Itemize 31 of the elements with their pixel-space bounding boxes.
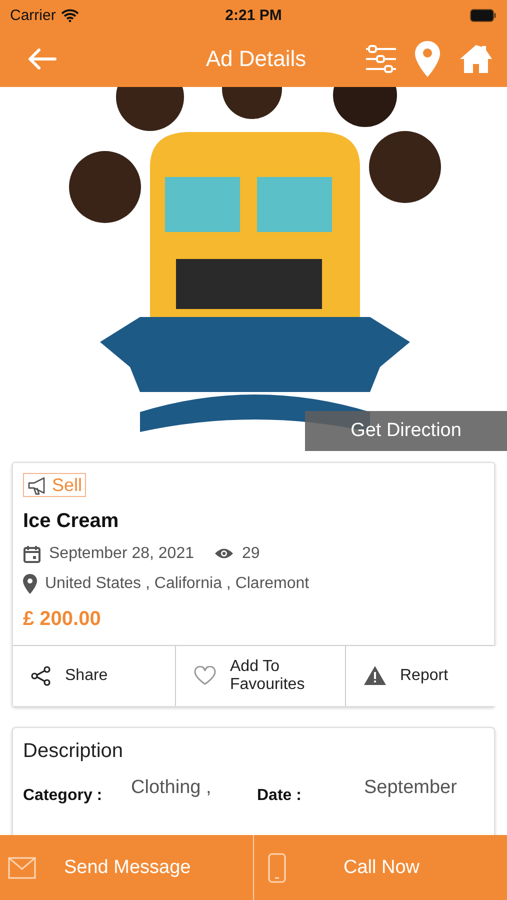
get-direction-button[interactable]: Get Direction (305, 411, 507, 451)
price: £ 200.00 (23, 608, 102, 630)
wifi-icon (60, 8, 79, 22)
share-button[interactable]: Share (13, 646, 175, 706)
view-count: 29 (242, 544, 260, 562)
battery-icon (470, 8, 497, 22)
location-pin-icon (23, 574, 37, 594)
location-pin-icon[interactable] (414, 40, 441, 78)
field-label: Date : (257, 786, 302, 804)
field-value: September (364, 776, 458, 798)
calendar-icon (23, 544, 41, 562)
phone-icon (268, 852, 286, 882)
ad-type-label: Sell (52, 475, 82, 496)
favourite-button[interactable]: Add To Favourites (175, 646, 345, 706)
heart-icon (194, 666, 216, 685)
field-value: Clothing , (131, 776, 212, 798)
post-date: September 28, 2021 (49, 544, 194, 562)
warning-icon (364, 666, 386, 685)
location-text: United States , California , Claremont (45, 574, 310, 592)
filter-sliders-icon[interactable] (365, 44, 396, 72)
eye-icon (214, 547, 234, 560)
status-time: 2:21 PM (224, 6, 283, 24)
screen-title: Ad Details (204, 46, 308, 72)
back-arrow-icon[interactable] (27, 48, 57, 70)
ad-title: Ice Cream (23, 510, 120, 532)
share-icon (31, 666, 51, 686)
carrier-label: Carrier (10, 6, 56, 24)
home-icon[interactable] (459, 44, 493, 74)
envelope-icon (8, 856, 36, 878)
field-label: Category : (23, 786, 104, 804)
section-title: Description (23, 740, 124, 762)
